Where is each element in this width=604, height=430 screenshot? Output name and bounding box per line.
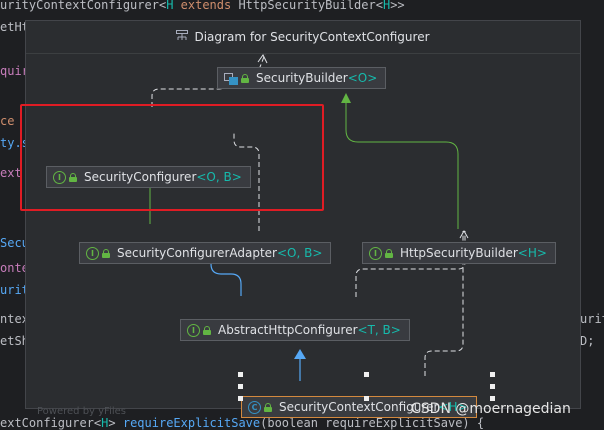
node-http-security-builder[interactable]: I HttpSecurityBuilder <H> bbox=[362, 242, 556, 264]
edge-abstract-to-httpbuilder bbox=[355, 231, 466, 297]
node-generic: <H> bbox=[517, 246, 547, 260]
class-badge-icon: C bbox=[248, 400, 261, 414]
arrowhead-builder-green bbox=[341, 93, 351, 103]
node-generic: <O, B> bbox=[276, 246, 323, 260]
csdn-watermark: CSDN @moernagedian bbox=[411, 401, 571, 417]
public-lock-icon bbox=[241, 73, 249, 83]
node-generic: <T, B> bbox=[357, 323, 401, 337]
diagram-popup[interactable]: Diagram for SecurityContextConfigurer Se… bbox=[25, 20, 581, 418]
public-lock-icon bbox=[385, 248, 393, 258]
code-line: urityContextConfigurer<H extends HttpSec… bbox=[0, 0, 405, 12]
selection-handle[interactable] bbox=[364, 372, 369, 377]
popup-title: Diagram for SecurityContextConfigurer bbox=[194, 30, 430, 44]
hierarchy-diagram-icon bbox=[176, 30, 189, 44]
code-line: ce bbox=[0, 114, 15, 128]
public-lock-icon bbox=[102, 248, 110, 258]
node-abstract-http-configurer[interactable]: I AbstractHttpConfigurer <T, B> bbox=[180, 319, 410, 341]
node-label: AbstractHttpConfigurer bbox=[218, 323, 358, 337]
public-lock-icon bbox=[203, 325, 211, 335]
code-line: ext bbox=[0, 166, 22, 180]
node-security-configurer-adapter[interactable]: I SecurityConfigurerAdapter <O, B> bbox=[79, 242, 332, 264]
selection-handle[interactable] bbox=[238, 396, 243, 401]
selection-handle[interactable] bbox=[238, 372, 243, 377]
node-security-builder[interactable]: SecurityBuilder <O> bbox=[217, 67, 387, 89]
node-generic: <O> bbox=[347, 71, 378, 85]
interface-badge-icon bbox=[224, 72, 238, 85]
interface-badge-icon: I bbox=[369, 246, 382, 260]
node-label: SecurityConfigurerAdapter bbox=[117, 246, 277, 260]
interface-badge-icon: I bbox=[86, 246, 99, 260]
interface-badge-icon: I bbox=[187, 323, 200, 337]
arrowhead-httpbuilder bbox=[459, 229, 469, 239]
public-lock-icon bbox=[264, 402, 272, 412]
red-highlight-box bbox=[20, 104, 324, 211]
selection-handle[interactable] bbox=[364, 396, 369, 401]
node-label: HttpSecurityBuilder bbox=[400, 246, 518, 260]
selection-handle[interactable] bbox=[490, 372, 495, 377]
code-line: extConfigurer<H> requireExplicitSave(boo… bbox=[0, 416, 485, 430]
code-line: urit bbox=[580, 312, 604, 326]
selection-handle[interactable] bbox=[238, 384, 243, 389]
arrowhead-builder bbox=[257, 54, 268, 64]
arrowhead-abstract bbox=[294, 349, 306, 359]
selection-handle[interactable] bbox=[490, 384, 495, 389]
edge-httpbuilder-extends-builder bbox=[345, 99, 459, 229]
popup-header[interactable]: Diagram for SecurityContextConfigurer bbox=[26, 21, 580, 54]
node-label: SecurityBuilder bbox=[256, 71, 348, 85]
code-line: D; bbox=[580, 334, 595, 348]
yfiles-watermark: Powered by yFiles bbox=[37, 406, 126, 417]
